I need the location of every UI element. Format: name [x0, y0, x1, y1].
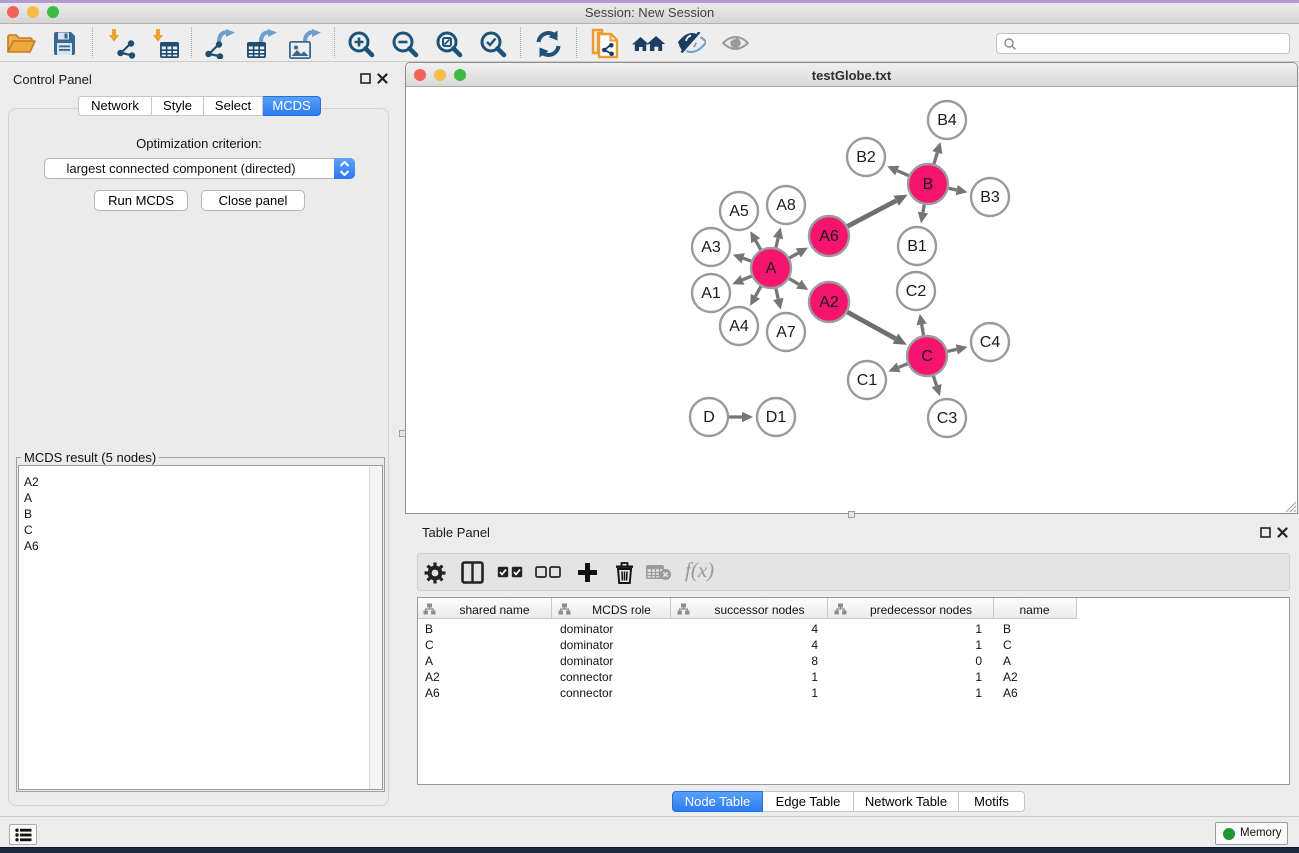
svg-text:C4: C4	[980, 334, 1001, 351]
svg-text:D: D	[703, 409, 715, 426]
svg-text:B3: B3	[980, 189, 1000, 206]
svg-text:A6: A6	[819, 228, 839, 245]
svg-text:A1: A1	[701, 285, 721, 302]
svg-text:D1: D1	[766, 409, 787, 426]
svg-text:C: C	[921, 348, 933, 365]
svg-text:A4: A4	[729, 318, 749, 335]
svg-text:A5: A5	[729, 203, 749, 220]
svg-text:A8: A8	[776, 197, 796, 214]
svg-text:C2: C2	[906, 283, 927, 300]
svg-text:A2: A2	[819, 294, 839, 311]
svg-text:A7: A7	[776, 324, 796, 341]
svg-text:B2: B2	[856, 149, 876, 166]
svg-text:B: B	[923, 176, 934, 193]
svg-text:B1: B1	[907, 238, 927, 255]
svg-text:A3: A3	[701, 239, 721, 256]
svg-text:B4: B4	[937, 112, 957, 129]
svg-text:A: A	[766, 260, 777, 277]
svg-text:C3: C3	[937, 410, 958, 427]
svg-text:C1: C1	[857, 372, 878, 389]
